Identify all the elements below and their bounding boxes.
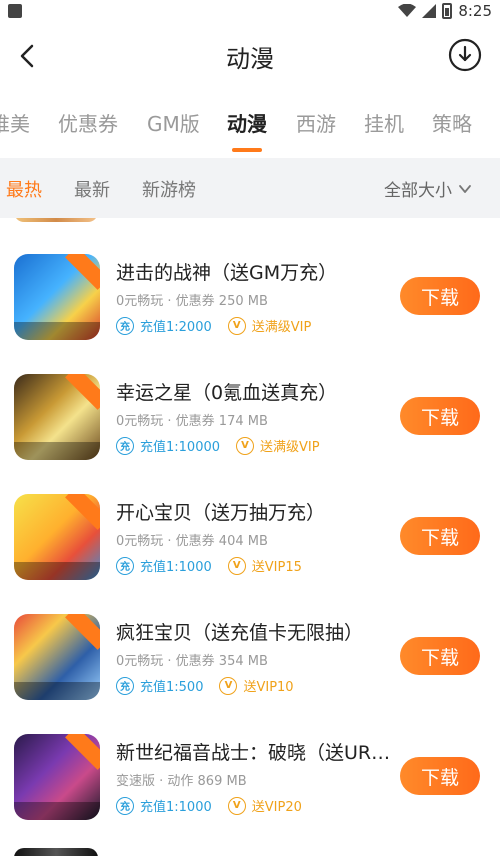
tag-row: 充 充值1:500 V 送VIP10: [116, 676, 294, 695]
game-title: 开心宝贝（送万抽万充）: [116, 502, 326, 524]
game-meta: 变速版 · 动作 869 MB: [116, 774, 247, 789]
list-item[interactable]: 幸运之星（0氪血送真充） 0元畅玩 · 优惠券 174 MB 充 充值1:100…: [0, 338, 500, 460]
notification-icon: [8, 4, 22, 18]
speed-badge: [65, 254, 100, 290]
vip-icon: V: [227, 316, 246, 335]
game-title: 疯狂宝贝（送充值卡无限抽）: [116, 622, 364, 644]
game-meta: 0元畅玩 · 优惠券 354 MB: [116, 654, 268, 669]
list-item[interactable]: 新世纪福音战士：破晓（送UR… 变速版 · 动作 869 MB 充 充值1:10…: [0, 698, 500, 820]
vip-label: 送VIP20: [251, 800, 302, 815]
signal-icon: [422, 4, 437, 18]
download-button[interactable]: 下载: [400, 277, 480, 315]
tab-xiyou[interactable]: 西游: [296, 108, 336, 137]
size-select-label: 全部大小: [384, 181, 452, 201]
tab-active-indicator: [232, 148, 262, 152]
recharge-icon: 充: [116, 436, 134, 455]
game-icon: [14, 614, 100, 700]
recharge-label: 充值1:10000: [140, 440, 221, 455]
tag-row: 充 充值1:2000 V 送满级VIP: [116, 316, 311, 335]
filter-hot[interactable]: 最热: [6, 176, 42, 202]
recharge-label: 充值1:500: [140, 680, 204, 695]
recharge-icon: 充: [116, 796, 134, 815]
vip-tag: V 送VIP15: [227, 556, 302, 575]
status-time: 8:25: [458, 2, 492, 20]
vip-icon: V: [236, 436, 255, 455]
recharge-tag: 充 充值1:500: [116, 676, 203, 695]
game-title: 幸运之星（0氪血送真充）: [116, 382, 338, 404]
vip-tag: V 送VIP20: [227, 796, 302, 815]
tab-strategy[interactable]: 策略: [432, 108, 472, 137]
recharge-tag: 充 充值1:1000: [116, 796, 212, 815]
game-title: 进击的战神（送GM万充）: [116, 262, 338, 284]
game-icon: [14, 494, 100, 580]
recharge-label: 充值1:2000: [140, 320, 212, 335]
recharge-icon: 充: [116, 676, 134, 695]
category-tabs: 唯美 优惠券 GM版 动漫 西游 挂机 策略: [0, 96, 500, 156]
download-button[interactable]: 下载: [400, 517, 480, 555]
vip-icon: V: [227, 796, 246, 815]
recharge-icon: 充: [116, 556, 134, 575]
app-icon-partial: [14, 848, 98, 856]
vip-label: 送VIP10: [243, 680, 294, 695]
recharge-tag: 充 充值1:2000: [116, 316, 212, 335]
game-icon: [14, 734, 100, 820]
tag-row: 充 充值1:10000 V 送满级VIP: [116, 436, 320, 455]
game-meta: 0元畅玩 · 优惠券 404 MB: [116, 534, 268, 549]
recharge-tag: 充 充值1:10000: [116, 436, 220, 455]
speed-badge: [65, 374, 100, 410]
recharge-icon: 充: [116, 316, 134, 335]
tag-row: 充 充值1:1000 V 送VIP20: [116, 796, 302, 815]
vip-tag: V 送满级VIP: [227, 316, 312, 335]
vip-label: 送VIP15: [251, 560, 302, 575]
tab-coupon[interactable]: 优惠券: [58, 108, 118, 137]
download-manager-icon[interactable]: [448, 38, 482, 72]
tab-anime[interactable]: 动漫: [227, 108, 267, 137]
filter-new[interactable]: 最新: [74, 176, 110, 202]
download-button[interactable]: 下载: [400, 757, 480, 795]
game-icon: [14, 254, 100, 340]
vip-label: 送满级VIP: [251, 320, 312, 335]
back-icon[interactable]: [14, 42, 42, 70]
battery-icon: [442, 3, 453, 19]
filter-bar: 最热 最新 新游榜 全部大小: [0, 158, 500, 218]
list-item[interactable]: 疯狂宝贝（送充值卡无限抽） 0元畅玩 · 优惠券 354 MB 充 充值1:50…: [0, 578, 500, 700]
icon-banner: [14, 802, 100, 820]
header: 动漫: [0, 28, 500, 84]
list-item[interactable]: 进击的战神（送GM万充） 0元畅玩 · 优惠券 250 MB 充 充值1:200…: [0, 218, 500, 340]
recharge-tag: 充 充值1:1000: [116, 556, 212, 575]
game-title: 新世纪福音战士：破晓（送UR…: [116, 742, 391, 764]
status-bar: 8:25: [0, 0, 500, 22]
wifi-icon: [398, 4, 417, 17]
vip-label: 送满级VIP: [260, 440, 320, 455]
vip-tag: V 送满级VIP: [236, 436, 320, 455]
vip-tag: V 送VIP10: [219, 676, 294, 695]
game-list: 进击的战神（送GM万充） 0元畅玩 · 优惠券 250 MB 充 充值1:200…: [0, 218, 500, 856]
download-button[interactable]: 下载: [400, 397, 480, 435]
tag-row: 充 充值1:1000 V 送VIP15: [116, 556, 302, 575]
game-meta: 0元畅玩 · 优惠券 250 MB: [116, 294, 268, 309]
page-title: 动漫: [226, 44, 274, 73]
status-right: 8:25: [398, 2, 492, 20]
recharge-label: 充值1:1000: [140, 560, 212, 575]
vip-icon: V: [219, 676, 238, 695]
tab-gm[interactable]: GM版: [147, 108, 200, 137]
recharge-label: 充值1:1000: [140, 800, 212, 815]
filter-rank[interactable]: 新游榜: [142, 176, 196, 202]
tab-weimei[interactable]: 唯美: [0, 108, 30, 137]
size-select[interactable]: 全部大小: [384, 176, 472, 201]
tab-idle[interactable]: 挂机: [364, 108, 404, 137]
speed-badge: [65, 734, 100, 770]
chevron-down-icon: [459, 184, 471, 193]
vip-icon: V: [227, 556, 246, 575]
game-meta: 0元畅玩 · 优惠券 174 MB: [116, 414, 268, 429]
speed-badge: [65, 494, 100, 530]
download-button[interactable]: 下载: [400, 637, 480, 675]
game-icon: [14, 374, 100, 460]
list-item[interactable]: 开心宝贝（送万抽万充） 0元畅玩 · 优惠券 404 MB 充 充值1:1000…: [0, 458, 500, 580]
speed-badge: [65, 614, 100, 650]
